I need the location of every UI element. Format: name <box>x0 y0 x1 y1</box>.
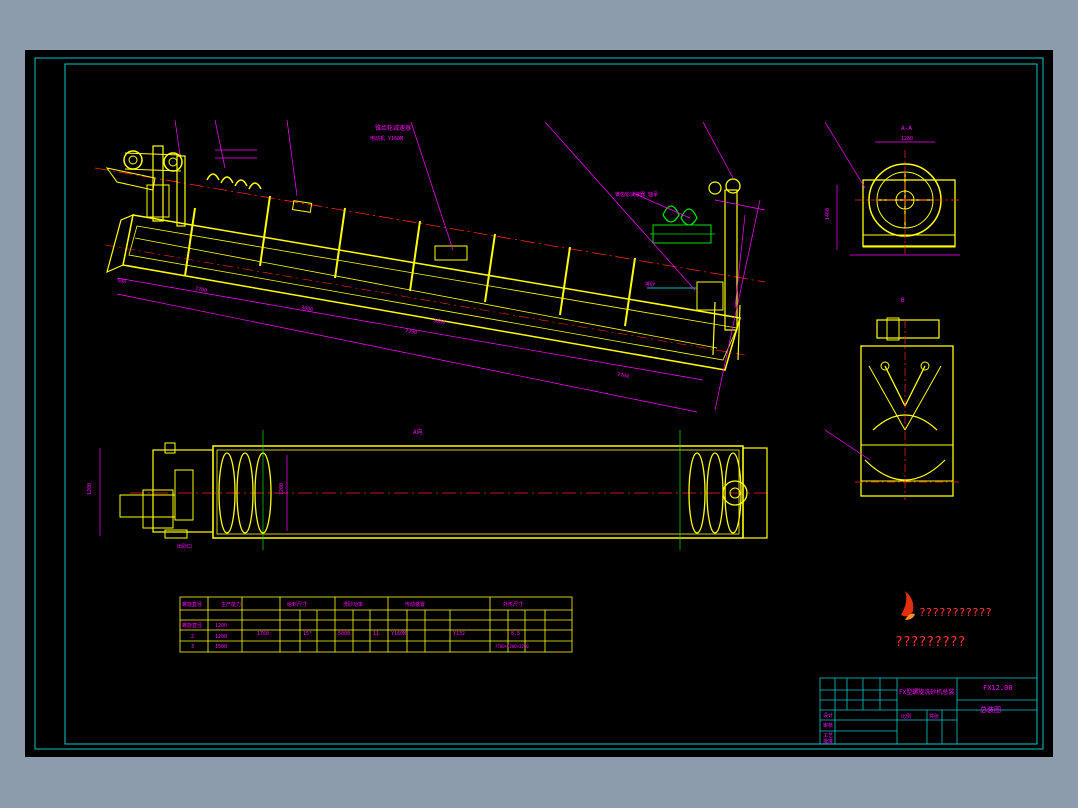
svg-text:锥齿轮减速器 轴承: 锥齿轮减速器 轴承 <box>615 191 658 198</box>
section-view-title: A-A <box>901 125 912 132</box>
spec-header-drive: 传动装置 <box>405 601 425 608</box>
spec-cell: Y160M <box>391 631 406 637</box>
drawing-sheet: 锥齿轮减速器 电动机 Y160M 锥齿轮减速器 轴承 排砂 500 7700 3… <box>25 50 1053 757</box>
svg-text:3000: 3000 <box>301 305 314 313</box>
spec-cell: 15° <box>303 631 312 637</box>
watermark-logo: ??????????? ????????? <box>895 591 992 650</box>
row-label-design: 设计 <box>823 712 833 719</box>
svg-text:7700: 7700 <box>617 372 630 380</box>
drawing-code: FX12.00 <box>983 684 1013 692</box>
svg-text:3000: 3000 <box>433 318 446 326</box>
cad-drawing: 锥齿轮减速器 电动机 Y160M 锥齿轮减速器 轴承 排砂 500 7700 3… <box>34 57 1044 750</box>
row-label-approve: 批准 <box>823 738 833 745</box>
svg-text:7390: 7390 <box>405 328 418 336</box>
scale-label: 比例 <box>901 713 911 720</box>
spec-cell: 7700×1200×3250 <box>495 644 529 649</box>
flame-logo-icon <box>901 591 914 617</box>
section-view: A-A 1280 1460 <box>824 121 960 256</box>
spec-table-text: 螺旋直径 生产能力 给料尺寸 洗砂功率 传动装置 外形尺寸 螺旋直径 1200 … <box>182 601 529 650</box>
title-block-text: FX型螺旋洗砂机总装 FX12.00 总装图 比例 共张 设计 审核 工艺 批准 <box>823 684 1013 745</box>
spec-cell: 3 <box>191 644 194 650</box>
spec-cell: 2 <box>191 634 194 640</box>
spec-cell: Y132 <box>453 631 465 637</box>
width-dimension-label: 1200 <box>87 483 93 495</box>
side-view: 锥齿轮减速器 电动机 Y160M 锥齿轮减速器 轴承 排砂 500 7700 3… <box>94 119 766 413</box>
row-label-review: 审核 <box>823 722 833 729</box>
spec-cell: 1200 <box>215 623 227 629</box>
spec-cell: 螺旋直径 <box>182 622 202 629</box>
spec-header-dimensions: 外形尺寸 <box>503 601 523 608</box>
top-view-title: A向 <box>413 428 423 436</box>
sheet-label: 共张 <box>929 713 939 720</box>
spec-cell: 11 <box>373 631 379 637</box>
spec-cell: 1760 <box>257 631 269 637</box>
svg-text:锥齿轮减速器: 锥齿轮减速器 <box>375 124 411 132</box>
spec-header-diameter: 螺旋直径 <box>182 601 202 608</box>
title-company: FX型螺旋洗砂机总装 <box>899 688 954 696</box>
outer-frame <box>34 57 1044 750</box>
view-b: B <box>824 297 960 500</box>
view-b-title: B <box>901 297 905 304</box>
drawing-name: 总装图 <box>980 705 1001 714</box>
svg-text:排砂: 排砂 <box>645 281 655 288</box>
section-height-label: 1460 <box>825 208 831 220</box>
spec-cell: 1500 <box>215 644 227 650</box>
svg-text:1200: 1200 <box>279 483 285 495</box>
spec-header-capacity: 生产能力 <box>221 601 241 608</box>
svg-text:7700: 7700 <box>195 286 208 294</box>
spec-header-power: 洗砂功率 <box>343 601 363 608</box>
svg-text:出砂口: 出砂口 <box>177 543 192 550</box>
spec-cell: 8.5 <box>511 631 520 637</box>
spec-cell: 5000 <box>338 631 350 637</box>
watermark-line-1: ??????????? <box>919 606 992 619</box>
top-view: A向 1200 1200 出砂口 <box>87 428 770 550</box>
watermark-line-2: ????????? <box>895 635 965 650</box>
spec-header-feed: 给料尺寸 <box>287 601 307 608</box>
svg-text:500: 500 <box>117 278 127 285</box>
section-width-label: 1280 <box>901 136 913 142</box>
spec-cell: 1200 <box>215 634 227 640</box>
svg-text:电动机 Y160M: 电动机 Y160M <box>370 135 403 142</box>
